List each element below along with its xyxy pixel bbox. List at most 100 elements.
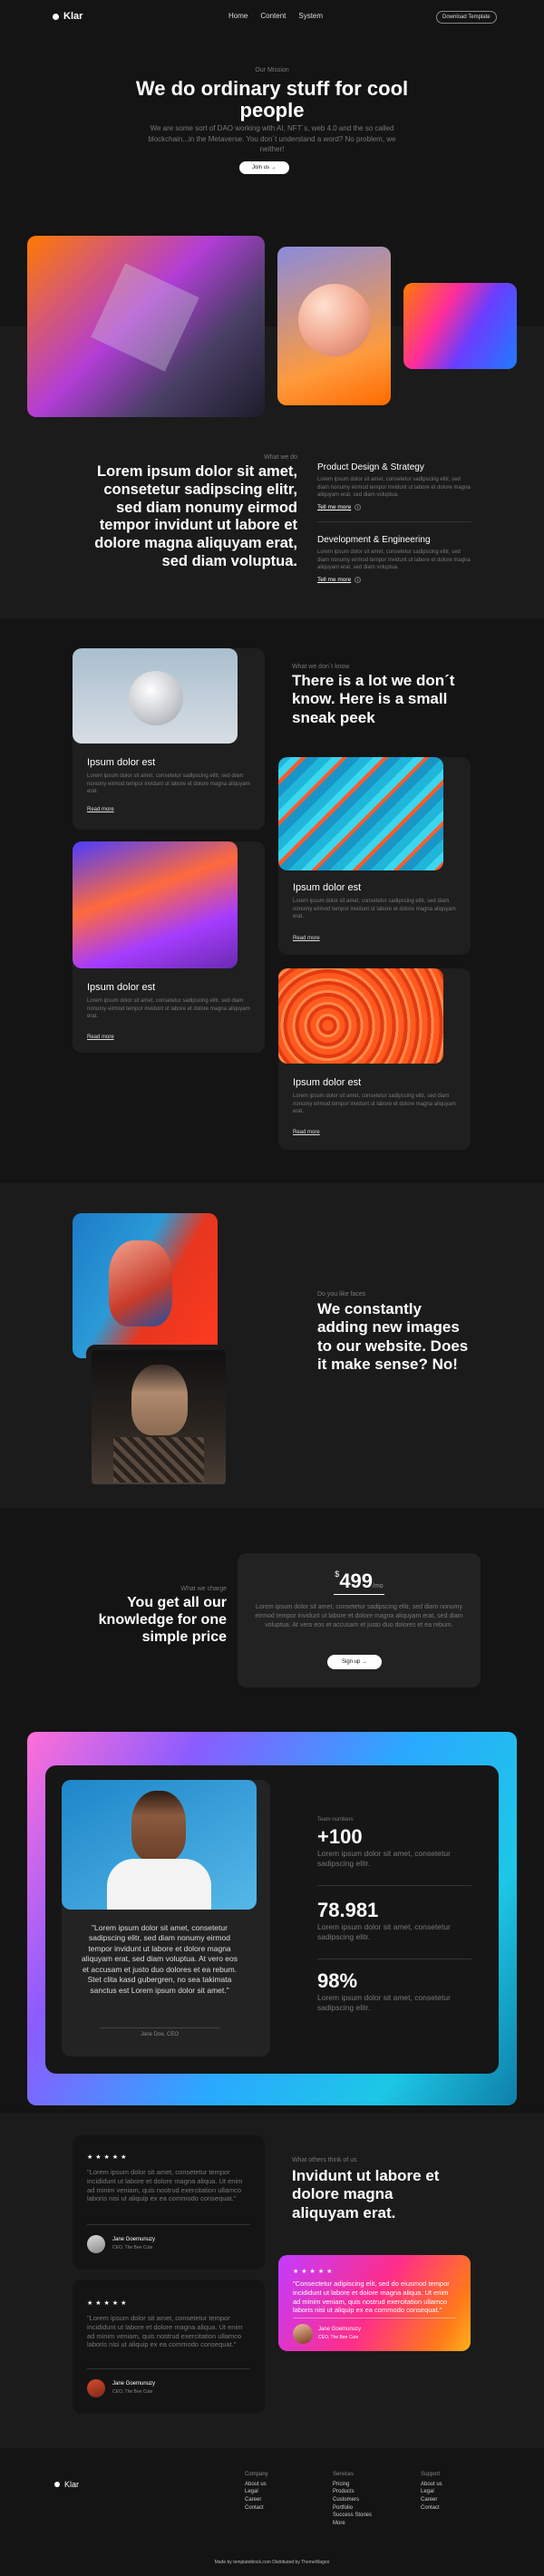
footer-logo[interactable]: Klar: [54, 2480, 79, 2489]
service-text: Lorem ipsum dolor sit amet, consetetur s…: [317, 549, 471, 571]
pricing-card: $499/mo Lorem ipsum dolor sit amet, cons…: [238, 1553, 481, 1687]
sphere-decor: [298, 284, 371, 356]
testimonial-card: ★★★★★ "Lorem ipsum dolor sit amet, conse…: [73, 2280, 265, 2414]
footer-link[interactable]: Contact: [245, 2504, 268, 2513]
stat-item: +100 Lorem ipsum dolor sit amet, consete…: [317, 1825, 451, 1868]
download-template-button[interactable]: Download Template: [436, 11, 497, 24]
testimonials-eyebrow: What others think of us: [292, 2157, 357, 2163]
read-more-link[interactable]: Read more: [293, 1130, 320, 1135]
avatar: [293, 2324, 313, 2344]
know-eyebrow: What we don´t know: [292, 664, 350, 670]
feature-card[interactable]: Ipsum dolor est Lorem ipsum dolor sit am…: [278, 757, 471, 955]
reviewer-role: CEO, The Bee Cute: [318, 2335, 359, 2340]
reviewer-role: CEO, The Bee Cute: [112, 2245, 153, 2250]
rating-stars: ★★★★★: [87, 2154, 130, 2161]
testimonial-card-featured: ★★★★★ "Consectetur adipiscing elit, sed …: [278, 2255, 471, 2351]
face-decor: [131, 1365, 188, 1435]
footer-link[interactable]: Contact: [421, 2504, 442, 2513]
what-statement: Lorem ipsum dolor sit amet, consetetur s…: [94, 463, 297, 569]
nav-system[interactable]: System: [298, 12, 323, 20]
images-title: We constantly adding new images to our w…: [317, 1300, 469, 1374]
footer-link[interactable]: Products: [333, 2488, 372, 2496]
footer-link[interactable]: Legal: [245, 2488, 268, 2496]
team-person: Jane Doe, CEO: [140, 2032, 180, 2037]
card-title: Ipsum dolor est: [293, 882, 362, 893]
logo[interactable]: Klar: [53, 11, 83, 22]
footer-link[interactable]: Pricing: [333, 2481, 372, 2489]
read-more-link[interactable]: Read more: [87, 807, 114, 812]
testimonial-text: "Lorem ipsum dolor sit amet, consetetur …: [87, 2168, 243, 2203]
stats-eyebrow: Team numbers: [317, 1817, 354, 1823]
card-title: Ipsum dolor est: [293, 1077, 362, 1088]
sign-up-button[interactable]: Sign up →: [327, 1655, 383, 1669]
footer-column-support: Support About us Legal Career Contact: [421, 2472, 442, 2513]
stat-item: 98% Lorem ipsum dolor sit amet, consetet…: [317, 1969, 451, 2012]
card-image: [73, 841, 238, 968]
service-text: Lorem ipsum dolor sit amet, consetetur s…: [317, 477, 471, 499]
testimonial-text: "Consectetur adipiscing elit, sed do eiu…: [293, 2280, 450, 2315]
card-text: Lorem ipsum dolor sit amet, consetetur s…: [293, 899, 456, 920]
hero-title: We do ordinary stuff for cool people: [135, 77, 409, 122]
hero-image-abstract: [403, 283, 517, 369]
footer-link[interactable]: Legal: [421, 2488, 442, 2496]
footer-link[interactable]: Career: [421, 2496, 442, 2504]
nav-home[interactable]: Home: [228, 12, 248, 20]
read-more-link[interactable]: Read more: [293, 936, 320, 941]
logo-icon: [54, 2482, 60, 2487]
rating-stars: ★★★★★: [87, 2300, 130, 2307]
testimonial-text: "Lorem ipsum dolor sit amet, consetetur …: [87, 2314, 243, 2349]
price-underline: [334, 1594, 384, 1595]
main-nav: Home Content System: [228, 12, 323, 20]
face-decor: [131, 1791, 186, 1862]
service-item: Product Design & Strategy Lorem ipsum do…: [317, 462, 471, 511]
read-more-link[interactable]: Read more: [87, 1035, 114, 1040]
tell-me-more-link[interactable]: Tell me more ›: [317, 504, 471, 511]
divider: [87, 2368, 250, 2369]
card-text: Lorem ipsum dolor sit amet, consetetur s…: [87, 773, 250, 795]
stat-item: 78.981 Lorem ipsum dolor sit amet, conse…: [317, 1899, 451, 1941]
divider: [87, 2224, 250, 2225]
footer-link[interactable]: Career: [245, 2496, 268, 2504]
footer-link[interactable]: Customers: [333, 2496, 372, 2504]
sphere-decor: [129, 671, 183, 725]
card-text: Lorem ipsum dolor sit amet, consetetur s…: [293, 1094, 456, 1115]
know-title: There is a lot we don´t know. Here is a …: [292, 672, 455, 726]
feature-card[interactable]: Ipsum dolor est Lorem ipsum dolor sit am…: [73, 648, 265, 830]
card-title: Ipsum dolor est: [87, 982, 156, 993]
footer-link[interactable]: Portfolio: [333, 2504, 372, 2513]
avatar: [87, 2379, 105, 2397]
what-eyebrow: What we do: [264, 454, 297, 461]
footer-link[interactable]: Success Stories: [333, 2512, 372, 2520]
footer-credit[interactable]: Made by templateblock.com Distributed by…: [0, 2560, 544, 2565]
footer-link[interactable]: More: [333, 2520, 372, 2528]
divider: [317, 1885, 471, 1886]
tell-me-more-link[interactable]: Tell me more ›: [317, 577, 471, 584]
footer-column-company: Company About us Legal Career Contact: [245, 2472, 268, 2513]
avatar: [87, 2235, 105, 2253]
feature-card[interactable]: Ipsum dolor est Lorem ipsum dolor sit am…: [278, 968, 471, 1150]
join-us-button[interactable]: Join us →: [239, 161, 289, 174]
images-eyebrow: Do you like faces: [317, 1291, 366, 1298]
footer-link[interactable]: About us: [421, 2481, 442, 2489]
arrow-right-icon: ›: [355, 577, 362, 584]
arrow-right-icon: ›: [355, 504, 362, 511]
card-title: Ipsum dolor est: [87, 757, 156, 768]
card-image: [278, 757, 443, 870]
service-title: Development & Engineering: [317, 535, 431, 545]
reviewer-name: Jane Goemunuzy: [112, 2237, 156, 2242]
hero-eyebrow: Our Mission: [255, 67, 289, 73]
feature-card[interactable]: Ipsum dolor est Lorem ipsum dolor sit am…: [73, 841, 265, 1053]
footer-link[interactable]: About us: [245, 2481, 268, 2489]
reviewer-name: Jane Goemunuzy: [112, 2381, 156, 2386]
divider: [100, 2027, 219, 2028]
logo-icon: [53, 13, 59, 20]
service-title: Product Design & Strategy: [317, 462, 424, 472]
reviewer-name: Jane Goemunuzy: [318, 2327, 362, 2332]
face-decor: [109, 1240, 172, 1327]
pricing-title: You get all our knowledge for one simple…: [98, 1595, 227, 1646]
nav-content[interactable]: Content: [260, 12, 286, 20]
card-image: [278, 968, 443, 1064]
testimonial-card: ★★★★★ "Lorem ipsum dolor sit amet, conse…: [73, 2135, 265, 2270]
hero-subtitle: We are some sort of DAO working with AI,…: [148, 124, 396, 154]
service-item: Development & Engineering Lorem ipsum do…: [317, 535, 471, 584]
